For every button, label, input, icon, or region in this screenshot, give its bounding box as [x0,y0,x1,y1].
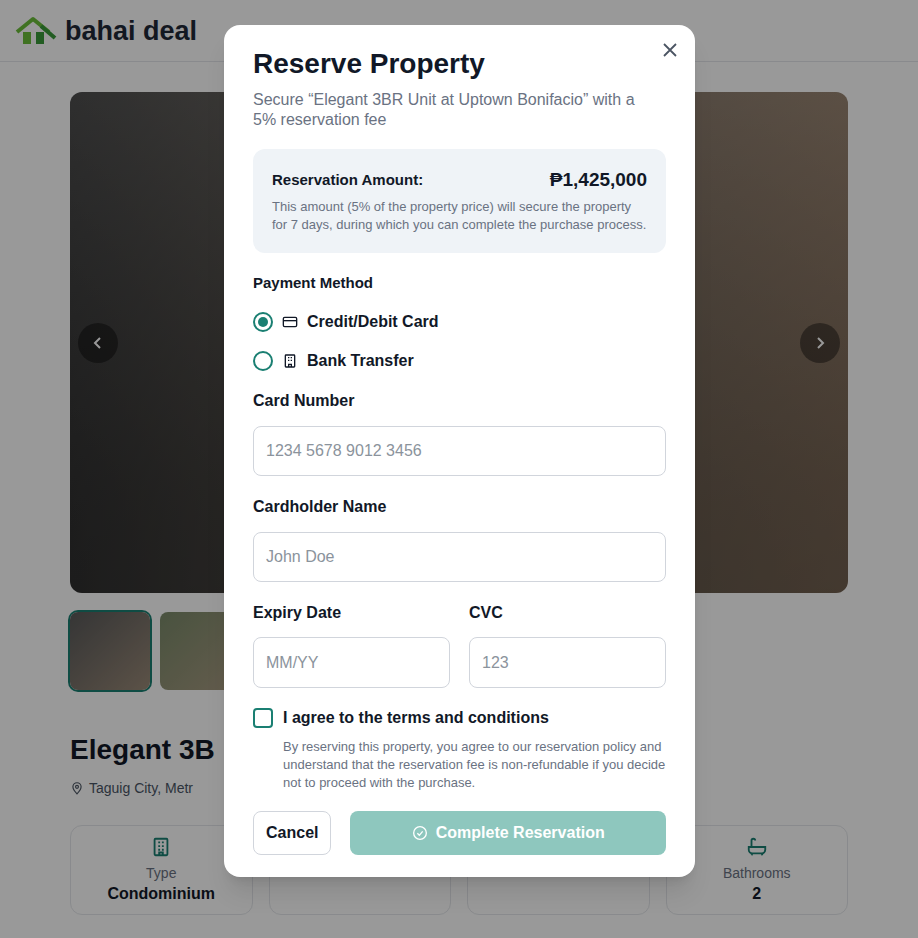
cvc-input[interactable] [469,637,666,688]
reserve-modal: Reserve Property Secure “Elegant 3BR Uni… [224,25,695,877]
close-icon [662,42,678,58]
field-label: CVC [469,602,666,624]
complete-reservation-button[interactable]: Complete Reservation [350,811,666,855]
field-label: Card Number [253,390,666,412]
radio-button[interactable] [253,312,273,332]
cancel-button[interactable]: Cancel [253,811,331,855]
expiry-date-input[interactable] [253,637,450,688]
radio-dot [258,317,268,327]
check-circle-icon [412,825,428,841]
property-page: bahai deal Elegant 3B Taguig City, Metr [0,0,918,938]
terms-checkbox[interactable] [253,708,273,728]
field-label: Cardholder Name [253,496,666,518]
close-button[interactable] [658,38,682,62]
terms-note: By reserving this property, you agree to… [253,738,666,792]
modal-title: Reserve Property [253,47,666,81]
payment-method-list: Credit/Debit Card Bank Transfer [253,310,666,373]
bank-icon [282,353,298,369]
amount-value: ₱1,425,000 [550,168,647,192]
amount-label: Reservation Amount: [272,168,423,192]
cardholder-name-input[interactable] [253,532,666,582]
payment-option[interactable]: Credit/Debit Card [253,310,666,334]
card-number-input[interactable] [253,426,666,476]
amount-note: This amount (5% of the property price) w… [272,198,647,234]
credit-card-icon [282,314,298,330]
modal-actions: Cancel Complete Reservation [253,811,666,855]
modal-subtitle: Secure “Elegant 3BR Unit at Uptown Bonif… [253,90,666,130]
payment-option[interactable]: Bank Transfer [253,349,666,373]
payment-method-label: Payment Method [253,272,666,294]
field-label: Expiry Date [253,602,450,624]
amount-box: Reservation Amount: ₱1,425,000 This amou… [253,149,666,253]
terms-row[interactable]: I agree to the terms and conditions [253,706,666,730]
expiry-cvc-row: Expiry Date CVC [253,602,666,688]
radio-button[interactable] [253,351,273,371]
